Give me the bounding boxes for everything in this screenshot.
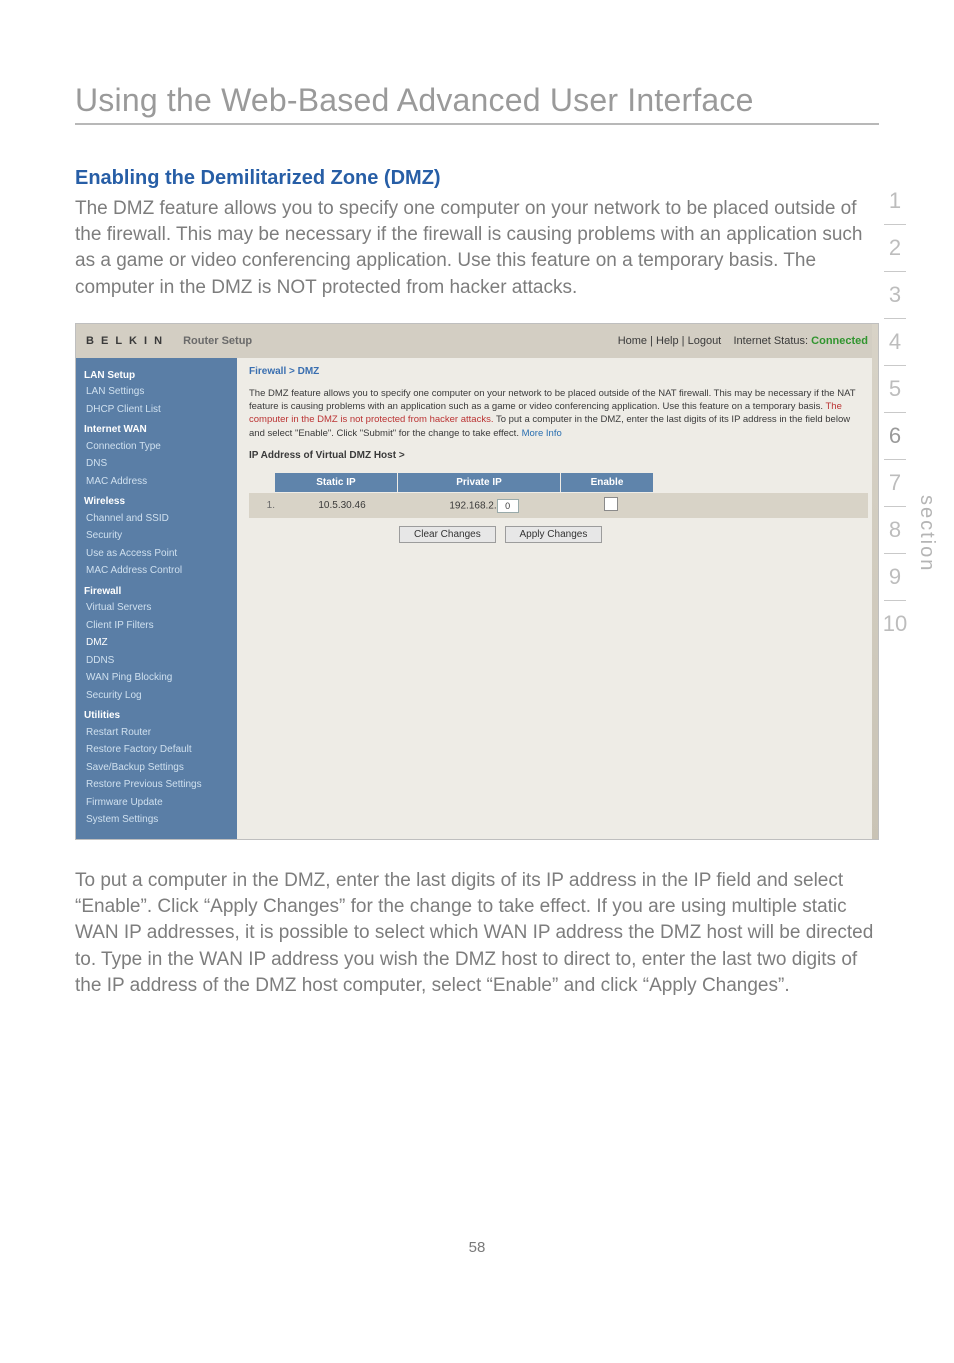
col-private-ip: Private IP xyxy=(398,473,561,492)
section-heading: Enabling the Demilitarized Zone (DMZ) xyxy=(75,167,879,190)
table-caption: IP Address of Virtual DMZ Host > xyxy=(249,450,868,461)
rail-6: 6 xyxy=(878,413,912,459)
page-title: Using the Web-Based Advanced User Interf… xyxy=(75,82,879,119)
sidebar-item[interactable]: WAN Ping Blocking xyxy=(84,669,229,687)
section-word: section xyxy=(915,495,938,572)
sidebar-group: Firewall xyxy=(84,584,229,600)
status-label: Internet Status: xyxy=(733,335,808,347)
dmz-table-header: Static IP Private IP Enable xyxy=(249,473,868,492)
sidebar-item[interactable]: Firmware Update xyxy=(84,794,229,812)
rail-4: 4 xyxy=(878,319,912,365)
sidebar-item[interactable]: MAC Address Control xyxy=(84,562,229,580)
private-ip-prefix: 192.168.2. xyxy=(449,500,496,511)
sidebar-item[interactable]: Channel and SSID xyxy=(84,510,229,528)
sidebar-item[interactable]: MAC Address xyxy=(84,473,229,491)
col-static-ip: Static IP xyxy=(275,473,398,492)
sidebar-item[interactable]: Use as Access Point xyxy=(84,545,229,563)
after-paragraph: To put a computer in the DMZ, enter the … xyxy=(75,868,879,999)
router-setup-label: Router Setup xyxy=(183,335,252,347)
clear-changes-button[interactable]: Clear Changes xyxy=(399,526,496,543)
sidebar-group: Wireless xyxy=(84,494,229,510)
router-screenshot: B E L K I N Router Setup Home | Help | L… xyxy=(75,323,879,840)
rail-9: 9 xyxy=(878,554,912,600)
topbar-links[interactable]: Home | Help | Logout xyxy=(618,335,722,347)
apply-changes-button[interactable]: Apply Changes xyxy=(505,526,603,543)
router-sidebar: LAN Setup LAN Settings DHCP Client List … xyxy=(76,358,237,839)
sidebar-group: Utilities xyxy=(84,708,229,724)
sidebar-item[interactable]: LAN Settings xyxy=(84,383,229,401)
sidebar-item[interactable]: DHCP Client List xyxy=(84,401,229,419)
status-value: Connected xyxy=(811,335,868,347)
rail-5: 5 xyxy=(878,366,912,412)
router-topbar: B E L K I N Router Setup Home | Help | L… xyxy=(76,324,878,358)
brand-logo: B E L K I N xyxy=(86,335,164,347)
enable-checkbox[interactable] xyxy=(604,497,618,511)
sidebar-item-dmz[interactable]: DMZ xyxy=(84,634,229,652)
private-ip-cell: 192.168.2.0 xyxy=(403,495,565,517)
more-info-link[interactable]: More Info xyxy=(522,428,562,439)
row-index: 1. xyxy=(249,500,281,511)
sidebar-item[interactable]: Client IP Filters xyxy=(84,617,229,635)
private-ip-input[interactable]: 0 xyxy=(497,499,519,513)
page-number: 58 xyxy=(75,1239,879,1256)
sidebar-item[interactable]: Restart Router xyxy=(84,724,229,742)
rail-2: 2 xyxy=(878,225,912,271)
sidebar-item[interactable]: Security xyxy=(84,527,229,545)
sidebar-group: Internet WAN xyxy=(84,422,229,438)
rail-10: 10 xyxy=(878,601,912,647)
sidebar-item[interactable]: System Settings xyxy=(84,811,229,829)
intro-paragraph: The DMZ feature allows you to specify on… xyxy=(75,196,879,301)
static-ip-value: 10.5.30.46 xyxy=(281,496,403,515)
sidebar-item[interactable]: DNS xyxy=(84,455,229,473)
section-rail: 1 2 3 4 5 6 7 8 9 10 xyxy=(878,178,912,647)
sidebar-item[interactable]: Connection Type xyxy=(84,438,229,456)
dmz-table-row: 1. 10.5.30.46 192.168.2.0 xyxy=(249,492,868,518)
sidebar-item[interactable]: Save/Backup Settings xyxy=(84,759,229,777)
sidebar-item[interactable]: Virtual Servers xyxy=(84,599,229,617)
dmz-description: The DMZ feature allows you to specify on… xyxy=(249,387,868,440)
rail-1: 1 xyxy=(878,178,912,224)
rail-8: 8 xyxy=(878,507,912,553)
sidebar-group: LAN Setup xyxy=(84,368,229,384)
sidebar-item[interactable]: Restore Previous Settings xyxy=(84,776,229,794)
router-content: Firewall > DMZ The DMZ feature allows yo… xyxy=(237,358,878,839)
col-enable: Enable xyxy=(561,473,654,492)
breadcrumb: Firewall > DMZ xyxy=(249,366,868,377)
sidebar-item[interactable]: Security Log xyxy=(84,687,229,705)
rail-7: 7 xyxy=(878,460,912,506)
sidebar-item[interactable]: Restore Factory Default xyxy=(84,741,229,759)
divider xyxy=(75,123,879,125)
rail-3: 3 xyxy=(878,272,912,318)
desc-text: The DMZ feature allows you to specify on… xyxy=(249,388,855,412)
sidebar-item[interactable]: DDNS xyxy=(84,652,229,670)
